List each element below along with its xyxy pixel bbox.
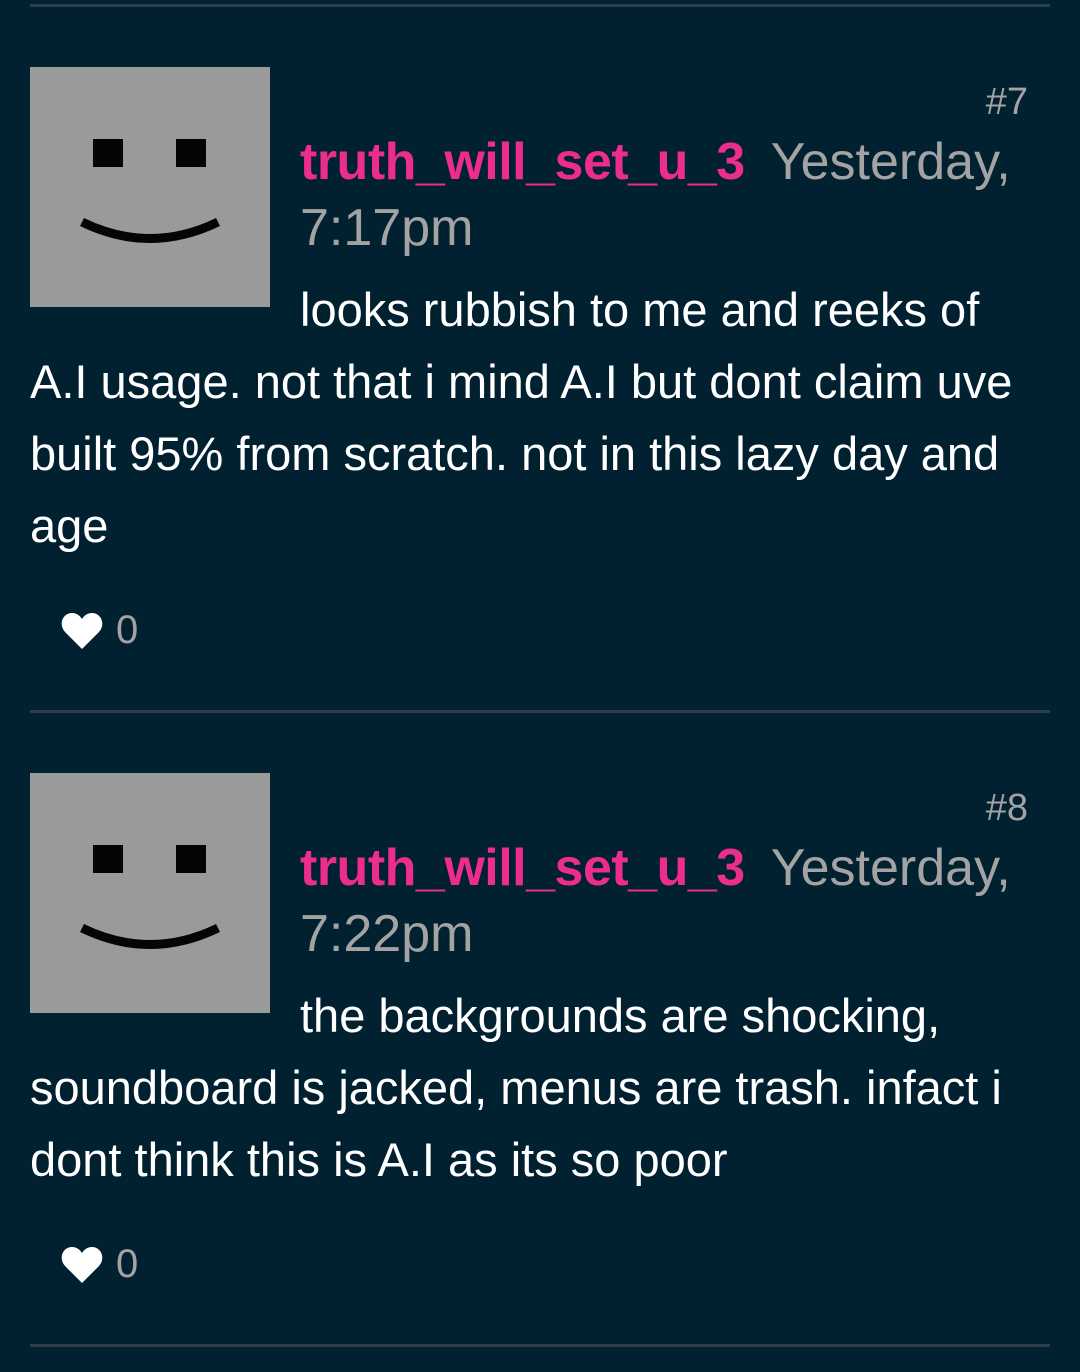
post-body: the backgrounds are shocking, soundboard… xyxy=(30,989,1002,1186)
like-count: 0 xyxy=(116,1242,139,1286)
post-8: #8 truth_will_set_u_3 Yesterday, 7:22pm t… xyxy=(0,773,1080,1333)
heart-icon xyxy=(61,612,103,649)
like-count: 0 xyxy=(116,608,139,652)
user-avatar[interactable] xyxy=(30,67,270,307)
like-button[interactable]: 0 xyxy=(60,608,138,653)
post-divider xyxy=(30,4,1050,7)
avatar-right-eye xyxy=(176,845,206,873)
avatar-left-eye xyxy=(93,139,123,167)
post-meta: truth_will_set_u_3 Yesterday, 7:17pm xyxy=(300,129,1040,261)
user-avatar[interactable] xyxy=(30,773,270,1013)
username-link[interactable]: truth_will_set_u_3 xyxy=(300,133,745,191)
post-number[interactable]: #7 xyxy=(986,81,1028,124)
like-button[interactable]: 0 xyxy=(60,1242,138,1287)
post-body: looks rubbish to me and reeks of A.I usa… xyxy=(30,283,1013,552)
heart-icon xyxy=(61,1246,103,1283)
post-divider xyxy=(30,1344,1050,1347)
post-number[interactable]: #8 xyxy=(986,787,1028,830)
avatar-right-eye xyxy=(176,139,206,167)
username-link[interactable]: truth_will_set_u_3 xyxy=(300,839,745,897)
post-meta: truth_will_set_u_3 Yesterday, 7:22pm xyxy=(300,835,1040,967)
smiley-face-icon xyxy=(80,923,220,949)
post-7: #7 truth_will_set_u_3 Yesterday, 7:17pm l… xyxy=(0,67,1080,707)
post-divider xyxy=(30,710,1050,713)
avatar-left-eye xyxy=(93,845,123,873)
smiley-face-icon xyxy=(80,217,220,243)
